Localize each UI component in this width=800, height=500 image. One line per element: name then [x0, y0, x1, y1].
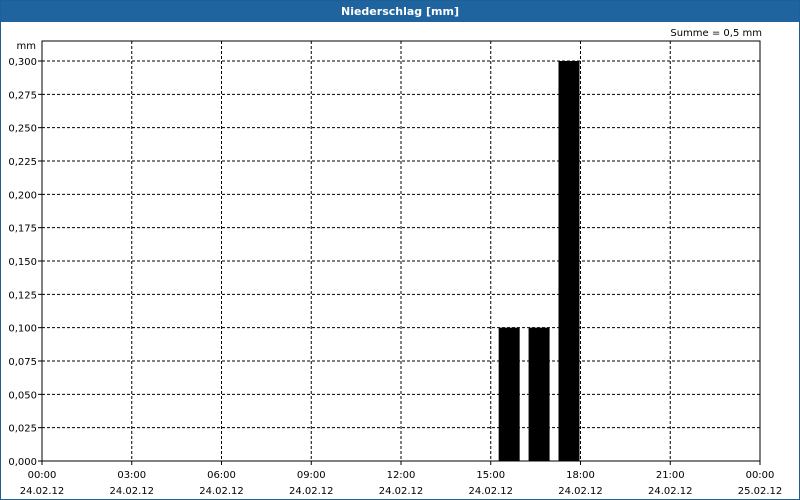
y-tick-label: 0,175: [8, 224, 37, 235]
y-tick-label: 0,125: [8, 290, 37, 301]
y-tick-label: 0,075: [8, 357, 37, 368]
x-tick-time-label: 15:00: [476, 470, 505, 481]
precipitation-bar: [498, 327, 520, 461]
x-tick-date-label: 24.02.12: [109, 486, 154, 497]
sum-label: Summe = 0,5 mm: [670, 28, 762, 39]
x-tick-date-label: 24.02.12: [379, 486, 424, 497]
y-tick-label: 0,000: [8, 457, 37, 468]
x-tick-date-label: 25.02.12: [738, 486, 783, 497]
y-tick-label: 0,275: [8, 90, 37, 101]
x-tick-date-label: 24.02.12: [558, 486, 603, 497]
x-tick-date-label: 24.02.12: [199, 486, 244, 497]
y-tick-label: 0,150: [8, 257, 37, 268]
x-tick-time-label: 09:00: [297, 470, 326, 481]
x-tick-date-label: 24.02.12: [20, 486, 65, 497]
precipitation-bar: [558, 61, 580, 461]
y-tick-label: 0,025: [8, 424, 37, 435]
x-tick-time-label: 03:00: [117, 470, 146, 481]
x-tick-date-label: 24.02.12: [289, 486, 334, 497]
x-tick-time-label: 18:00: [566, 470, 595, 481]
y-tick-label: 0,100: [8, 324, 37, 335]
y-tick-label: 0,200: [8, 190, 37, 201]
x-tick-date-label: 24.02.12: [648, 486, 693, 497]
y-tick-label: 0,225: [8, 157, 37, 168]
x-tick-time-label: 21:00: [656, 470, 685, 481]
precipitation-bar: [528, 327, 550, 461]
y-axis-unit-label: mm: [17, 41, 36, 52]
x-tick-time-label: 00:00: [28, 470, 57, 481]
x-tick-time-label: 12:00: [387, 470, 416, 481]
precipitation-chart: mm Summe = 0,5 mm 0,000 0,025 0,050 0,075 0,…: [8, 28, 783, 497]
x-tick-time-label: 00:00: [746, 470, 775, 481]
y-tick-label: 0,300: [8, 57, 37, 68]
x-tick-time-label: 06:00: [207, 470, 236, 481]
y-tick-label: 0,250: [8, 124, 37, 135]
x-tick-date-label: 24.02.12: [468, 486, 513, 497]
y-tick-label: 0,050: [8, 390, 37, 401]
